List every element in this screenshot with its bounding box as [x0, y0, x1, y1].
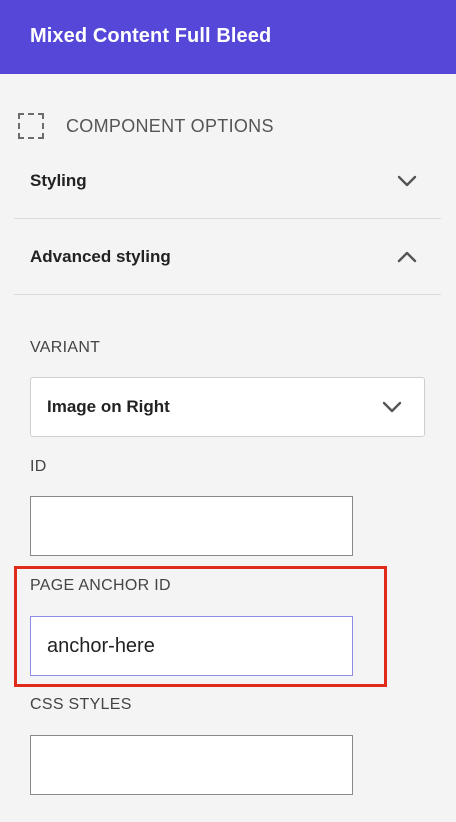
accordion-styling-label: Styling	[30, 170, 87, 190]
id-label: ID	[30, 458, 47, 475]
css-styles-label: CSS STYLES	[30, 696, 132, 713]
css-styles-input[interactable]	[30, 735, 353, 795]
page-anchor-id-label: PAGE ANCHOR ID	[30, 577, 171, 594]
accordion-styling[interactable]: Styling	[14, 143, 441, 219]
accordion-advanced-styling-label: Advanced styling	[30, 246, 171, 266]
id-input[interactable]	[30, 496, 353, 556]
variant-select[interactable]: Image on Right	[30, 377, 425, 437]
chevron-up-icon[interactable]	[397, 247, 417, 267]
dashed-square-icon	[18, 113, 44, 139]
component-options-heading: COMPONENT OPTIONS	[18, 110, 274, 142]
chevron-down-icon[interactable]	[397, 171, 417, 191]
page-anchor-id-input[interactable]	[30, 616, 353, 676]
app-header: Mixed Content Full Bleed	[0, 0, 456, 74]
variant-selected-value: Image on Right	[47, 397, 170, 416]
section-title: COMPONENT OPTIONS	[66, 115, 274, 136]
chevron-down-icon	[382, 397, 402, 417]
page-title: Mixed Content Full Bleed	[30, 25, 272, 47]
variant-label: VARIANT	[30, 339, 101, 356]
accordion-advanced-styling[interactable]: Advanced styling	[14, 219, 441, 295]
